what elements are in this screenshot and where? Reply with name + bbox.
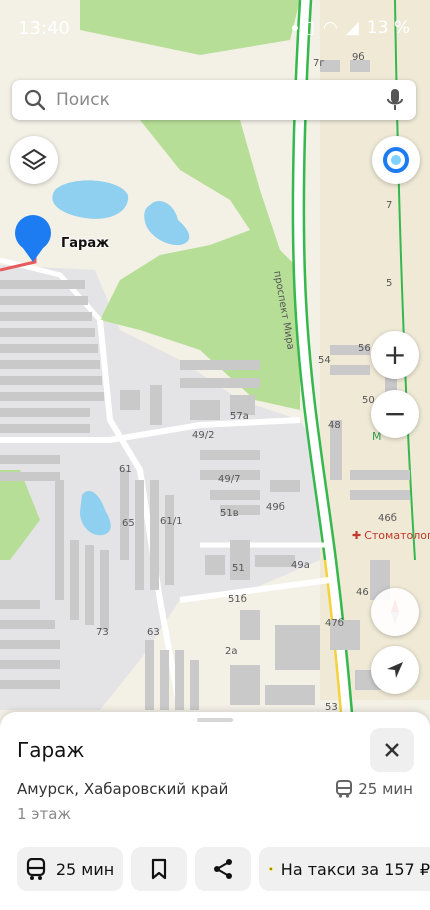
plus-icon: + xyxy=(383,338,407,371)
map-building-number: 49/7 xyxy=(218,474,241,485)
battery-text: 13 % xyxy=(366,18,410,38)
close-icon xyxy=(385,743,399,757)
pin-label[interactable]: Гараж xyxy=(61,236,109,251)
my-location-button[interactable] xyxy=(371,646,419,694)
drag-handle[interactable] xyxy=(197,718,233,722)
map-building-number: 5 xyxy=(386,278,393,289)
compass-button[interactable] xyxy=(371,588,419,636)
poi-dental[interactable]: ✚ Стоматолог xyxy=(352,529,430,542)
taxi-icon xyxy=(269,867,273,871)
place-title: Гараж xyxy=(17,738,85,762)
map-building-number: 61/1 xyxy=(160,516,183,527)
map-building-number: 63 xyxy=(147,627,160,638)
bookmark-button[interactable] xyxy=(131,847,187,891)
place-card: Гараж Амурск, Хабаровский край 25 мин 1 … xyxy=(0,712,430,910)
map-building-number: 65 xyxy=(122,518,135,529)
map-building-number: 51б xyxy=(228,594,247,605)
share-button[interactable] xyxy=(195,847,251,891)
vibrate-icon: ▯ xyxy=(305,18,315,38)
map-building-number: 51 xyxy=(232,563,245,574)
layers-icon xyxy=(21,148,47,171)
map-building-number: 73 xyxy=(96,627,109,638)
map-building-number: 49/2 xyxy=(192,430,215,441)
layers-button[interactable] xyxy=(10,136,58,184)
place-address: Амурск, Хабаровский край xyxy=(17,780,229,798)
status-bar: 13:40 ▯ ◠ ◢ 13 % xyxy=(0,0,430,56)
bus-icon xyxy=(336,780,353,798)
search-bar[interactable]: Поиск xyxy=(12,80,416,120)
map-building-number: 51в xyxy=(220,508,239,519)
minus-icon: − xyxy=(383,397,407,430)
share-icon xyxy=(214,859,232,879)
map-building-number: 49а xyxy=(291,560,310,571)
close-button[interactable] xyxy=(370,728,414,772)
alice-assistant-icon xyxy=(383,147,409,173)
map-building-number: 48 xyxy=(328,420,341,431)
zoom-in-button[interactable]: + xyxy=(371,331,419,379)
place-floor: 1 этаж xyxy=(17,805,71,823)
map-building-number: 56 xyxy=(358,343,371,354)
notification-dot-icon xyxy=(291,25,298,31)
map-building-number: 57а xyxy=(230,411,249,422)
map-building-number: 46б xyxy=(378,513,397,524)
status-time: 13:40 xyxy=(18,18,70,39)
medical-cross-icon: ✚ xyxy=(352,529,362,542)
search-icon xyxy=(24,89,46,111)
zoom-out-button[interactable]: − xyxy=(371,390,419,438)
bookmark-icon xyxy=(151,858,167,880)
map-building-number: 54 xyxy=(318,355,331,366)
status-icons: ▯ ◠ ◢ 13 % xyxy=(291,18,410,38)
navigation-arrow-icon xyxy=(387,662,403,678)
signal-icon: ◢ xyxy=(345,18,359,38)
map-building-number: 46 xyxy=(356,587,369,598)
bus-icon xyxy=(26,858,45,880)
map-building-number: 7 xyxy=(386,200,393,211)
wifi-icon: ◠ xyxy=(322,18,338,38)
map-building-number: 7г xyxy=(313,58,325,69)
search-input[interactable]: Поиск xyxy=(56,90,110,110)
route-transit-button[interactable]: 25 мин xyxy=(17,847,123,891)
microphone-icon[interactable] xyxy=(386,88,404,112)
map-building-number: 61 xyxy=(119,464,132,475)
assistant-button[interactable] xyxy=(372,136,420,184)
map-building-number: 49б xyxy=(266,502,285,513)
transit-eta: 25 мин xyxy=(336,780,413,798)
taxi-button[interactable]: На такси за 157 ₽ xyxy=(259,847,430,891)
map-building-number: 2а xyxy=(225,646,238,657)
map-building-number: 47б xyxy=(325,618,344,629)
